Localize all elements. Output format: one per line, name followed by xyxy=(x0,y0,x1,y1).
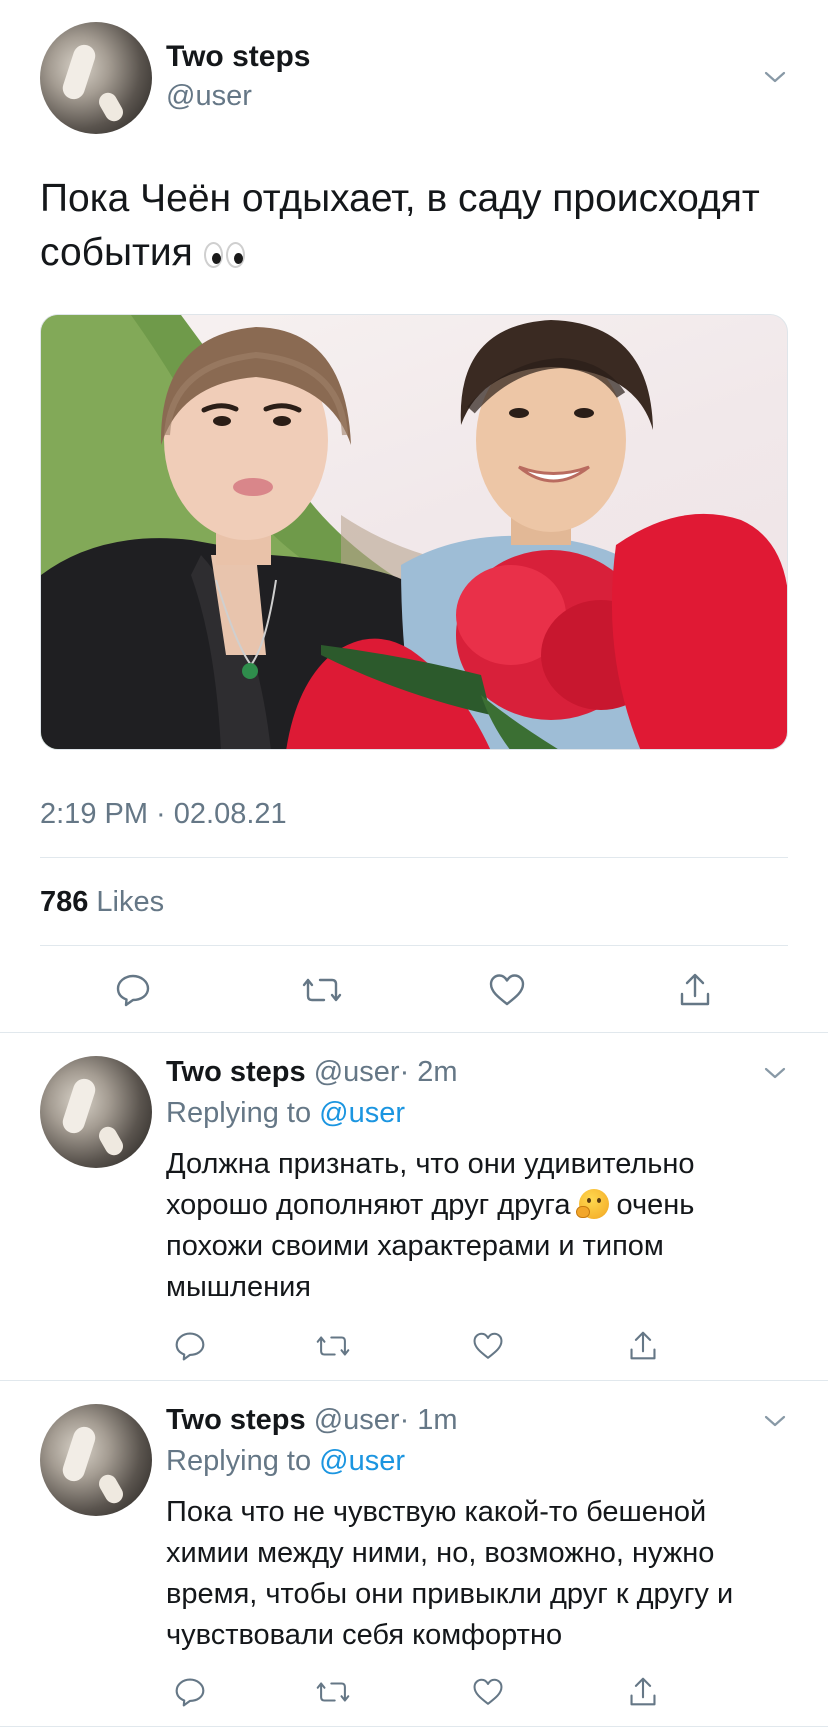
share-icon xyxy=(630,1677,656,1706)
reply-header: Two steps @user· 1m xyxy=(166,1404,458,1437)
replying-label: Replying to xyxy=(166,1445,312,1477)
likes-label: Likes xyxy=(96,886,165,918)
author-name[interactable]: Two steps xyxy=(166,40,310,74)
thinking-face-emoji-icon xyxy=(575,1189,609,1219)
author-name[interactable]: Two steps xyxy=(166,1056,306,1088)
author-handle[interactable]: @user xyxy=(314,1056,400,1088)
retweet-icon xyxy=(316,1682,350,1702)
reply-icon xyxy=(116,974,150,1007)
tweet-text-content: Пока Чеён отдыхает, в саду происходят со… xyxy=(40,177,760,274)
divider xyxy=(0,1380,828,1381)
author-name[interactable]: Two steps xyxy=(166,1404,306,1436)
divider xyxy=(0,1726,828,1727)
eyes-emoji-icon xyxy=(203,241,245,268)
heart-icon xyxy=(473,1678,503,1705)
share-button[interactable] xyxy=(675,970,715,1010)
like-button[interactable] xyxy=(468,1326,508,1366)
like-button[interactable] xyxy=(468,1672,508,1712)
share-icon xyxy=(680,973,710,1006)
heart-icon xyxy=(473,1332,503,1359)
tweet-timestamp[interactable]: 2:19 PM · 02.08.21 xyxy=(40,798,287,831)
mention-link[interactable]: @user xyxy=(319,1097,405,1129)
reply-button[interactable] xyxy=(113,970,153,1010)
retweet-button[interactable] xyxy=(313,1672,353,1712)
retweet-icon xyxy=(316,1336,350,1356)
tweet-time: · 1m xyxy=(399,1404,458,1436)
tweet-text: Пока Чеён отдыхает, в саду происходят со… xyxy=(40,172,780,280)
reply-text: Должна признать, что они удивительно хор… xyxy=(166,1144,786,1308)
replying-label: Replying to xyxy=(166,1097,312,1129)
retweet-icon xyxy=(302,978,342,1002)
divider xyxy=(40,945,788,946)
avatar[interactable] xyxy=(40,22,152,134)
photo-illustration xyxy=(41,315,787,749)
reply-icon xyxy=(175,1678,205,1707)
chevron-down-icon[interactable] xyxy=(762,64,788,90)
author-handle[interactable]: @user xyxy=(314,1404,400,1436)
tweet-photo[interactable] xyxy=(40,314,788,750)
retweet-button[interactable] xyxy=(313,1326,353,1366)
share-icon xyxy=(630,1331,656,1360)
replying-to: Replying to @user xyxy=(166,1445,405,1478)
chevron-down-icon[interactable] xyxy=(762,1408,788,1434)
reply-text: Пока что не чувствую какой-то бешеной хи… xyxy=(166,1496,734,1651)
tweet-time: · 2m xyxy=(399,1056,458,1088)
reply-header: Two steps @user· 2m xyxy=(166,1056,458,1089)
reply-button[interactable] xyxy=(170,1326,210,1366)
avatar[interactable] xyxy=(40,1056,152,1168)
heart-icon xyxy=(489,974,525,1006)
share-button[interactable] xyxy=(623,1672,663,1712)
likes-number: 786 xyxy=(40,886,89,918)
chevron-down-icon[interactable] xyxy=(762,1060,788,1086)
share-button[interactable] xyxy=(623,1326,663,1366)
reply-text-part1: Должна признать, что они удивительно хор… xyxy=(166,1148,695,1221)
like-button[interactable] xyxy=(487,970,527,1010)
reply-icon xyxy=(175,1332,205,1361)
author-handle[interactable]: @user xyxy=(166,80,252,113)
retweet-button[interactable] xyxy=(302,970,342,1010)
reply-button[interactable] xyxy=(170,1672,210,1712)
mention-link[interactable]: @user xyxy=(319,1445,405,1477)
likes-count[interactable]: 786 Likes xyxy=(40,886,164,919)
replying-to: Replying to @user xyxy=(166,1097,405,1130)
divider xyxy=(40,857,788,858)
divider xyxy=(0,1032,828,1033)
avatar[interactable] xyxy=(40,1404,152,1516)
